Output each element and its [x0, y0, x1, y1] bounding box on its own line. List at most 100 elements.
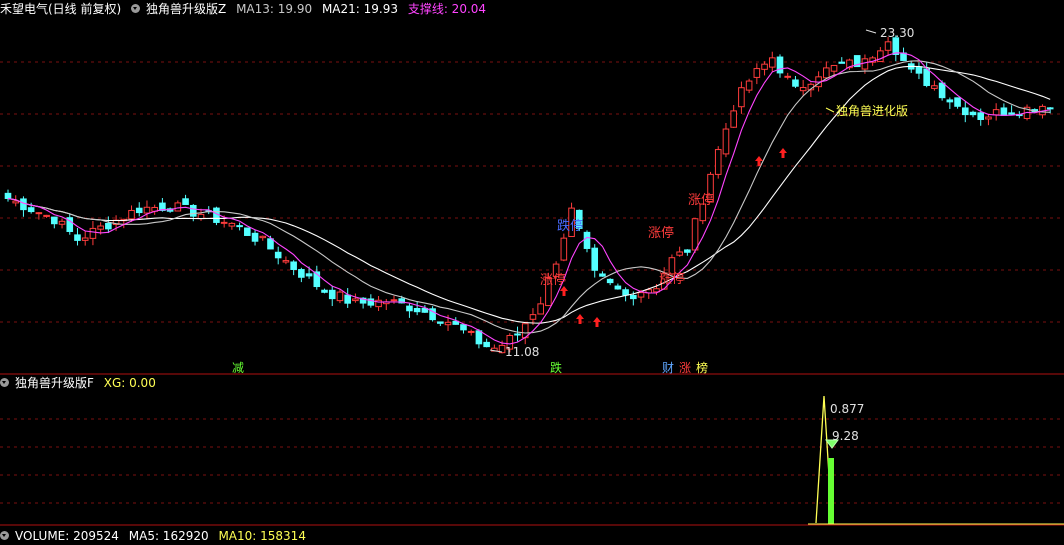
- limit-up-label: 涨停: [688, 192, 714, 208]
- candle-up: [228, 222, 236, 227]
- signal-tag: 财: [662, 361, 674, 375]
- candle-up: [730, 110, 737, 128]
- signal-tag: 减: [232, 361, 244, 375]
- candle-up: [676, 251, 683, 256]
- candle-up: [768, 57, 776, 68]
- candle-down: [915, 66, 923, 74]
- candle-down: [290, 261, 297, 270]
- high-pointer: [865, 29, 877, 34]
- candle-up: [560, 237, 568, 261]
- candle-down: [244, 227, 251, 236]
- candle-down: [182, 198, 189, 205]
- candle-down: [606, 278, 614, 284]
- candle-down: [51, 216, 58, 225]
- candle-down: [236, 225, 243, 228]
- note-pointer: [825, 107, 835, 113]
- sub-indicator: 0.877 9.28: [808, 395, 1064, 525]
- candle-up: [197, 213, 205, 220]
- moving-average-lines: [7, 52, 1051, 345]
- limit-down-label: 跌停: [557, 218, 583, 234]
- candle-down: [251, 232, 259, 242]
- signal-note: 独角兽进化版: [836, 104, 908, 118]
- candle-up: [43, 214, 50, 217]
- kline-chart[interactable]: 23.3011.08独角兽进化版涨停 涨停涨停涨停跌停减跌财涨榜 0.8779.2…: [0, 0, 1064, 537]
- candle-down: [460, 324, 467, 331]
- high-price-label: 23.30: [880, 26, 914, 40]
- candle-up: [992, 109, 1000, 116]
- candle-down: [1008, 112, 1015, 115]
- candle-up: [823, 67, 830, 79]
- candle-down: [4, 192, 12, 199]
- candle-down: [321, 289, 328, 293]
- candle-up: [97, 225, 104, 230]
- candle-up: [761, 63, 768, 70]
- candle-up: [174, 202, 182, 212]
- candle-down: [406, 305, 413, 312]
- signal-tag: 跌: [550, 360, 562, 375]
- candle-down: [792, 79, 799, 87]
- candle-down: [20, 198, 27, 211]
- limit-up-label: 涨停: [540, 272, 566, 288]
- signal-tag: 涨: [679, 360, 691, 375]
- candle-up: [89, 227, 97, 239]
- candle-down: [583, 231, 591, 249]
- candle-up: [799, 87, 807, 92]
- candle-down: [105, 222, 112, 230]
- candle-down: [946, 99, 954, 103]
- limit-up-label: 涨停: [648, 225, 674, 241]
- candle-up: [12, 200, 20, 204]
- candle-up: [81, 237, 89, 241]
- candle-down: [135, 207, 143, 214]
- candle-up: [128, 209, 135, 220]
- candle-down: [267, 238, 274, 250]
- candle-down: [838, 61, 846, 64]
- candle-up: [637, 292, 645, 298]
- candle-down: [961, 107, 969, 116]
- candle-down: [274, 251, 282, 259]
- candle-up: [259, 235, 267, 239]
- indicator-value-1: 0.877: [830, 402, 864, 416]
- candle-down: [614, 285, 622, 290]
- indicator-bar: [828, 458, 834, 524]
- candle-down: [514, 333, 521, 336]
- support-line: [7, 52, 1051, 345]
- indicator-value-2: 9.28: [832, 429, 859, 443]
- candle-up: [35, 212, 43, 215]
- buy-arrow-icon: [593, 317, 601, 327]
- candle-up: [784, 75, 792, 78]
- candle-up: [738, 87, 745, 108]
- candle-up: [985, 116, 992, 120]
- candle-up: [467, 330, 475, 333]
- candle-up: [444, 321, 452, 326]
- candle-down: [954, 97, 961, 107]
- candle-down: [437, 321, 444, 324]
- candle-down: [483, 341, 490, 348]
- candle-down: [969, 111, 977, 116]
- candle-up: [352, 298, 359, 302]
- candle-up: [282, 260, 290, 263]
- candle-up: [722, 128, 730, 155]
- candle-up: [745, 80, 753, 91]
- signal-tag: 榜: [696, 360, 708, 375]
- candle-up: [753, 68, 761, 78]
- candle-down: [776, 56, 784, 74]
- candle-down: [213, 207, 220, 223]
- candle-down: [684, 249, 691, 253]
- candle-down: [923, 68, 930, 86]
- candle-down: [622, 289, 629, 296]
- candle-up: [884, 41, 892, 51]
- candle-down: [1000, 107, 1008, 116]
- candle-down: [475, 330, 483, 345]
- candle-up: [58, 220, 66, 225]
- ma13-line: [7, 60, 1051, 334]
- candle-down: [892, 37, 900, 55]
- candles: [4, 35, 1054, 354]
- candle-down: [328, 289, 336, 300]
- buy-arrow-icon: [779, 148, 787, 158]
- annotations: 23.3011.08独角兽进化版涨停 涨停涨停涨停跌停减跌财涨榜: [232, 26, 914, 375]
- grid-lines: [0, 61, 1064, 526]
- candle-down: [27, 207, 35, 213]
- candle-down: [305, 273, 313, 277]
- candle-up: [529, 314, 537, 320]
- candle-up: [830, 64, 838, 72]
